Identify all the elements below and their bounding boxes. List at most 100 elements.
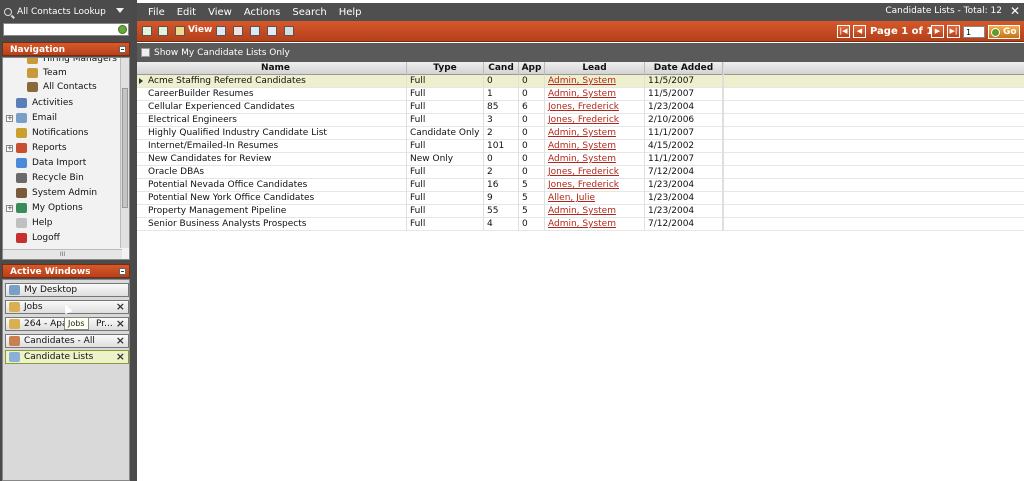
cell-lead[interactable]: Admin, System xyxy=(545,140,645,153)
next-page-button[interactable]: ▶ xyxy=(931,25,944,38)
window-icon xyxy=(9,319,20,329)
cell-app: 0 xyxy=(519,153,545,166)
nav-item-system-admin[interactable]: System Admin xyxy=(16,186,97,200)
table-row[interactable]: Potential Nevada Office Candidates Full 16… xyxy=(137,179,1024,192)
expand-icon[interactable]: + xyxy=(6,204,13,212)
nav-item-label: Recycle Bin xyxy=(32,173,84,183)
table-row[interactable]: Acme Staffing Referred Candidates Full 0 0 A… xyxy=(137,75,1024,88)
cell-name: Oracle DBAs xyxy=(145,166,407,179)
active-window-candidate-lists[interactable]: Candidate Lists × xyxy=(5,350,129,364)
show-mine-checkbox[interactable] xyxy=(141,48,150,57)
previous-page-button[interactable]: ◀ xyxy=(853,25,866,38)
column-header-name[interactable]: Name xyxy=(145,62,407,75)
minimize-icon[interactable] xyxy=(119,46,126,53)
cell-lead[interactable]: Jones, Frederick xyxy=(545,101,645,114)
menu-file[interactable]: File xyxy=(148,7,165,18)
table-row[interactable]: Highly Qualified Industry Candidate List… xyxy=(137,127,1024,140)
nav-item-all-contacts[interactable]: All Contacts xyxy=(27,80,97,94)
cell-lead[interactable]: Admin, System xyxy=(545,88,645,101)
close-icon[interactable]: × xyxy=(116,335,125,347)
expand-icon[interactable]: + xyxy=(6,144,13,152)
nav-item-activities[interactable]: Activities xyxy=(16,96,73,110)
column-header-app[interactable]: App xyxy=(519,62,545,75)
lookup-input[interactable] xyxy=(4,24,114,35)
navigation-scrollbar[interactable] xyxy=(120,58,129,248)
cell-app: 0 xyxy=(519,218,545,231)
expand-icon[interactable]: + xyxy=(6,114,13,122)
nav-item-my-options[interactable]: + My Options xyxy=(6,201,83,215)
nav-item-data-import[interactable]: Data Import xyxy=(16,156,86,170)
nav-item-recycle-bin[interactable]: Recycle Bin xyxy=(16,171,84,185)
menu-view[interactable]: View xyxy=(208,7,232,18)
cell-lead[interactable]: Admin, System xyxy=(545,127,645,140)
first-page-button[interactable]: |◀ xyxy=(837,25,850,38)
cell-lead[interactable]: Jones, Frederick xyxy=(545,114,645,127)
menu-edit[interactable]: Edit xyxy=(177,7,196,18)
nav-item-label: My Options xyxy=(32,203,83,213)
table-row[interactable]: Cellular Experienced Candidates Full 85 6 Jo… xyxy=(137,101,1024,114)
table-row[interactable]: Internet/Emailed-In Resumes Full 101 0 Admin… xyxy=(137,140,1024,153)
cell-cand: 85 xyxy=(484,101,519,114)
close-icon[interactable]: × xyxy=(116,301,125,313)
cell-lead[interactable]: Jones, Frederick xyxy=(545,179,645,192)
minimize-icon[interactable] xyxy=(119,268,126,275)
scrollbar-thumb[interactable] xyxy=(122,88,128,208)
nav-item-email[interactable]: + Email xyxy=(6,111,57,125)
add-copy-icon[interactable] xyxy=(158,26,168,36)
last-page-button[interactable]: ▶| xyxy=(947,25,960,38)
nav-item-logoff[interactable]: Logoff xyxy=(16,231,60,245)
print-icon[interactable] xyxy=(284,26,294,36)
nav-item-reports[interactable]: + Reports xyxy=(6,141,67,155)
cell-lead[interactable]: Admin, System xyxy=(545,205,645,218)
column-header-cand[interactable]: Cand xyxy=(484,62,519,75)
active-window-candidates-all[interactable]: Candidates - All × xyxy=(5,334,129,348)
menu-actions[interactable]: Actions xyxy=(244,7,281,18)
chevron-down-icon[interactable] xyxy=(116,8,124,13)
close-icon[interactable]: ✕ xyxy=(1010,4,1020,18)
table-row[interactable]: Property Management Pipeline Full 55 5 Admin… xyxy=(137,205,1024,218)
cell-cand: 2 xyxy=(484,166,519,179)
page-number-input[interactable] xyxy=(963,26,985,38)
export-icon[interactable] xyxy=(267,26,277,36)
table-row[interactable]: Oracle DBAs Full 2 0 Jones, Frederick 7/12/20… xyxy=(137,166,1024,179)
active-windows-header[interactable]: Active Windows xyxy=(2,264,130,278)
edit-icon[interactable] xyxy=(216,26,226,36)
view-icon[interactable] xyxy=(175,26,185,36)
contacts-lookup-selector[interactable]: All Contacts Lookup xyxy=(0,4,130,20)
nav-item-team[interactable]: Team xyxy=(27,66,67,80)
lookup-go-icon[interactable] xyxy=(118,25,127,34)
nav-item-notifications[interactable]: Notifications xyxy=(16,126,88,140)
nav-item-hiring-managers[interactable]: Hiring Managers xyxy=(27,58,117,66)
add-icon[interactable] xyxy=(142,26,152,36)
column-header-lead[interactable]: Lead xyxy=(545,62,645,75)
cell-lead[interactable]: Admin, System xyxy=(545,75,645,88)
menu-search[interactable]: Search xyxy=(292,7,326,18)
view-button[interactable]: View xyxy=(188,25,212,35)
cell-lead[interactable]: Allen, Julie xyxy=(545,192,645,205)
properties-icon[interactable] xyxy=(250,26,260,36)
table-row[interactable]: CareerBuilder Resumes Full 1 0 Admin, System… xyxy=(137,88,1024,101)
column-header-type[interactable]: Type xyxy=(407,62,484,75)
table-row[interactable]: Potential New York Office Candidates Full… xyxy=(137,192,1024,205)
go-button[interactable]: Go xyxy=(988,25,1020,39)
close-icon[interactable]: × xyxy=(116,318,125,330)
navigation-hscrollbar[interactable]: III xyxy=(3,249,122,259)
navigation-header[interactable]: Navigation xyxy=(2,42,130,56)
notifications-icon xyxy=(16,128,27,138)
table-row[interactable]: Electrical Engineers Full 3 0 Jones, Frederi… xyxy=(137,114,1024,127)
cell-type: Full xyxy=(407,114,484,127)
active-window-label: Jobs xyxy=(24,302,43,312)
cell-lead[interactable]: Admin, System xyxy=(545,153,645,166)
go-icon xyxy=(991,27,1000,37)
table-row[interactable]: New Candidates for Review New Only 0 0 Admin… xyxy=(137,153,1024,166)
column-header-date-added[interactable]: Date Added xyxy=(645,62,723,75)
cell-date-added: 11/1/2007 xyxy=(645,127,723,140)
delete-icon[interactable] xyxy=(233,26,243,36)
active-window-my-desktop[interactable]: My Desktop xyxy=(5,283,129,297)
menu-help[interactable]: Help xyxy=(339,7,362,18)
table-row[interactable]: Senior Business Analysts Prospects Full 4 0… xyxy=(137,218,1024,231)
nav-item-help[interactable]: Help xyxy=(16,216,53,230)
cell-lead[interactable]: Admin, System xyxy=(545,218,645,231)
close-icon[interactable]: × xyxy=(116,351,125,363)
cell-lead[interactable]: Jones, Frederick xyxy=(545,166,645,179)
